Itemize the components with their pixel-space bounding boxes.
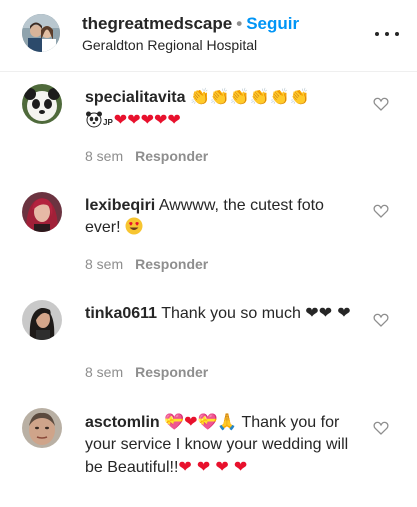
avatar[interactable] bbox=[22, 192, 62, 232]
comment-username[interactable]: tinka0611 bbox=[85, 305, 157, 322]
black-heart-icon: ❤❤ ❤ bbox=[305, 303, 351, 322]
comment-time[interactable]: 8 sem bbox=[85, 256, 123, 272]
more-dot bbox=[385, 32, 389, 36]
panda-avatar-photo bbox=[22, 84, 62, 124]
reply-button[interactable]: Responder bbox=[135, 364, 208, 380]
comment-username[interactable]: lexibeqiri bbox=[85, 197, 155, 214]
reply-button[interactable]: Responder bbox=[135, 256, 208, 272]
comment-meta: 8 sem Responder bbox=[85, 147, 208, 165]
comment-username[interactable]: specialitavita bbox=[85, 89, 186, 106]
post-username[interactable]: thegreatmedscape bbox=[82, 14, 232, 33]
comment-meta: 8 sem Responder bbox=[85, 363, 208, 381]
heart-with-ribbon-icon: 💝 bbox=[164, 412, 185, 431]
post-header: thegreatmedscape • Seguir Geraldton Region… bbox=[0, 0, 417, 72]
follow-button[interactable]: Seguir bbox=[246, 14, 299, 33]
separator-dot: • bbox=[236, 14, 243, 33]
clapping-hands-icon: 👏👏👏👏👏👏 bbox=[189, 87, 310, 106]
comment-body: specialitavita 👏👏👏👏👏👏 JP❤❤❤❤❤ bbox=[85, 86, 357, 134]
heart-outline-icon[interactable] bbox=[373, 420, 389, 436]
comment-time[interactable]: 8 sem bbox=[85, 364, 123, 380]
reply-button[interactable]: Responder bbox=[135, 148, 208, 164]
heart-outline-icon[interactable] bbox=[373, 96, 389, 112]
header-text: thegreatmedscape • Seguir Geraldton Region… bbox=[82, 13, 299, 54]
folded-hands-icon: 🙏 bbox=[217, 412, 238, 431]
more-options-button[interactable] bbox=[375, 24, 399, 44]
avatar[interactable] bbox=[22, 300, 62, 340]
comment-text: Thank you so much bbox=[161, 305, 301, 322]
post-location[interactable]: Geraldton Regional Hospital bbox=[82, 36, 299, 54]
red-heart-icon: ❤ ❤ ❤ ❤ bbox=[178, 457, 248, 476]
comment-body: asctomlin 💝❤💝🙏 Thank you for your servic… bbox=[85, 411, 357, 479]
comment-body: tinka0611 Thank you so much ❤❤ ❤ bbox=[85, 302, 357, 325]
avatar[interactable] bbox=[22, 14, 60, 52]
header-username-line: thegreatmedscape • Seguir bbox=[82, 13, 299, 35]
user-avatar-photo bbox=[22, 300, 62, 340]
user-avatar-photo bbox=[22, 408, 62, 448]
comment-body: lexibeqiri Awwww, the cutest foto ever! bbox=[85, 195, 357, 239]
red-heart-icon: ❤ bbox=[184, 412, 198, 431]
avatar[interactable] bbox=[22, 84, 62, 124]
panda-icon bbox=[86, 111, 102, 128]
avatar[interactable] bbox=[22, 408, 62, 448]
heart-with-ribbon-icon: 💝 bbox=[197, 412, 218, 431]
more-dot bbox=[395, 32, 399, 36]
comment-meta: 8 sem Responder bbox=[85, 255, 208, 273]
heart-outline-icon[interactable] bbox=[373, 312, 389, 328]
more-horizontal-icon bbox=[375, 32, 379, 36]
user-avatar-photo bbox=[22, 192, 62, 232]
heart-outline-icon[interactable] bbox=[373, 203, 389, 219]
jp-label: JP bbox=[103, 118, 113, 127]
red-heart-icon: ❤❤❤❤❤ bbox=[113, 110, 181, 129]
avatar-photo bbox=[22, 14, 60, 52]
comment-time[interactable]: 8 sem bbox=[85, 148, 123, 164]
heart-eyes-icon bbox=[125, 217, 143, 235]
comment-username[interactable]: asctomlin bbox=[85, 414, 160, 431]
